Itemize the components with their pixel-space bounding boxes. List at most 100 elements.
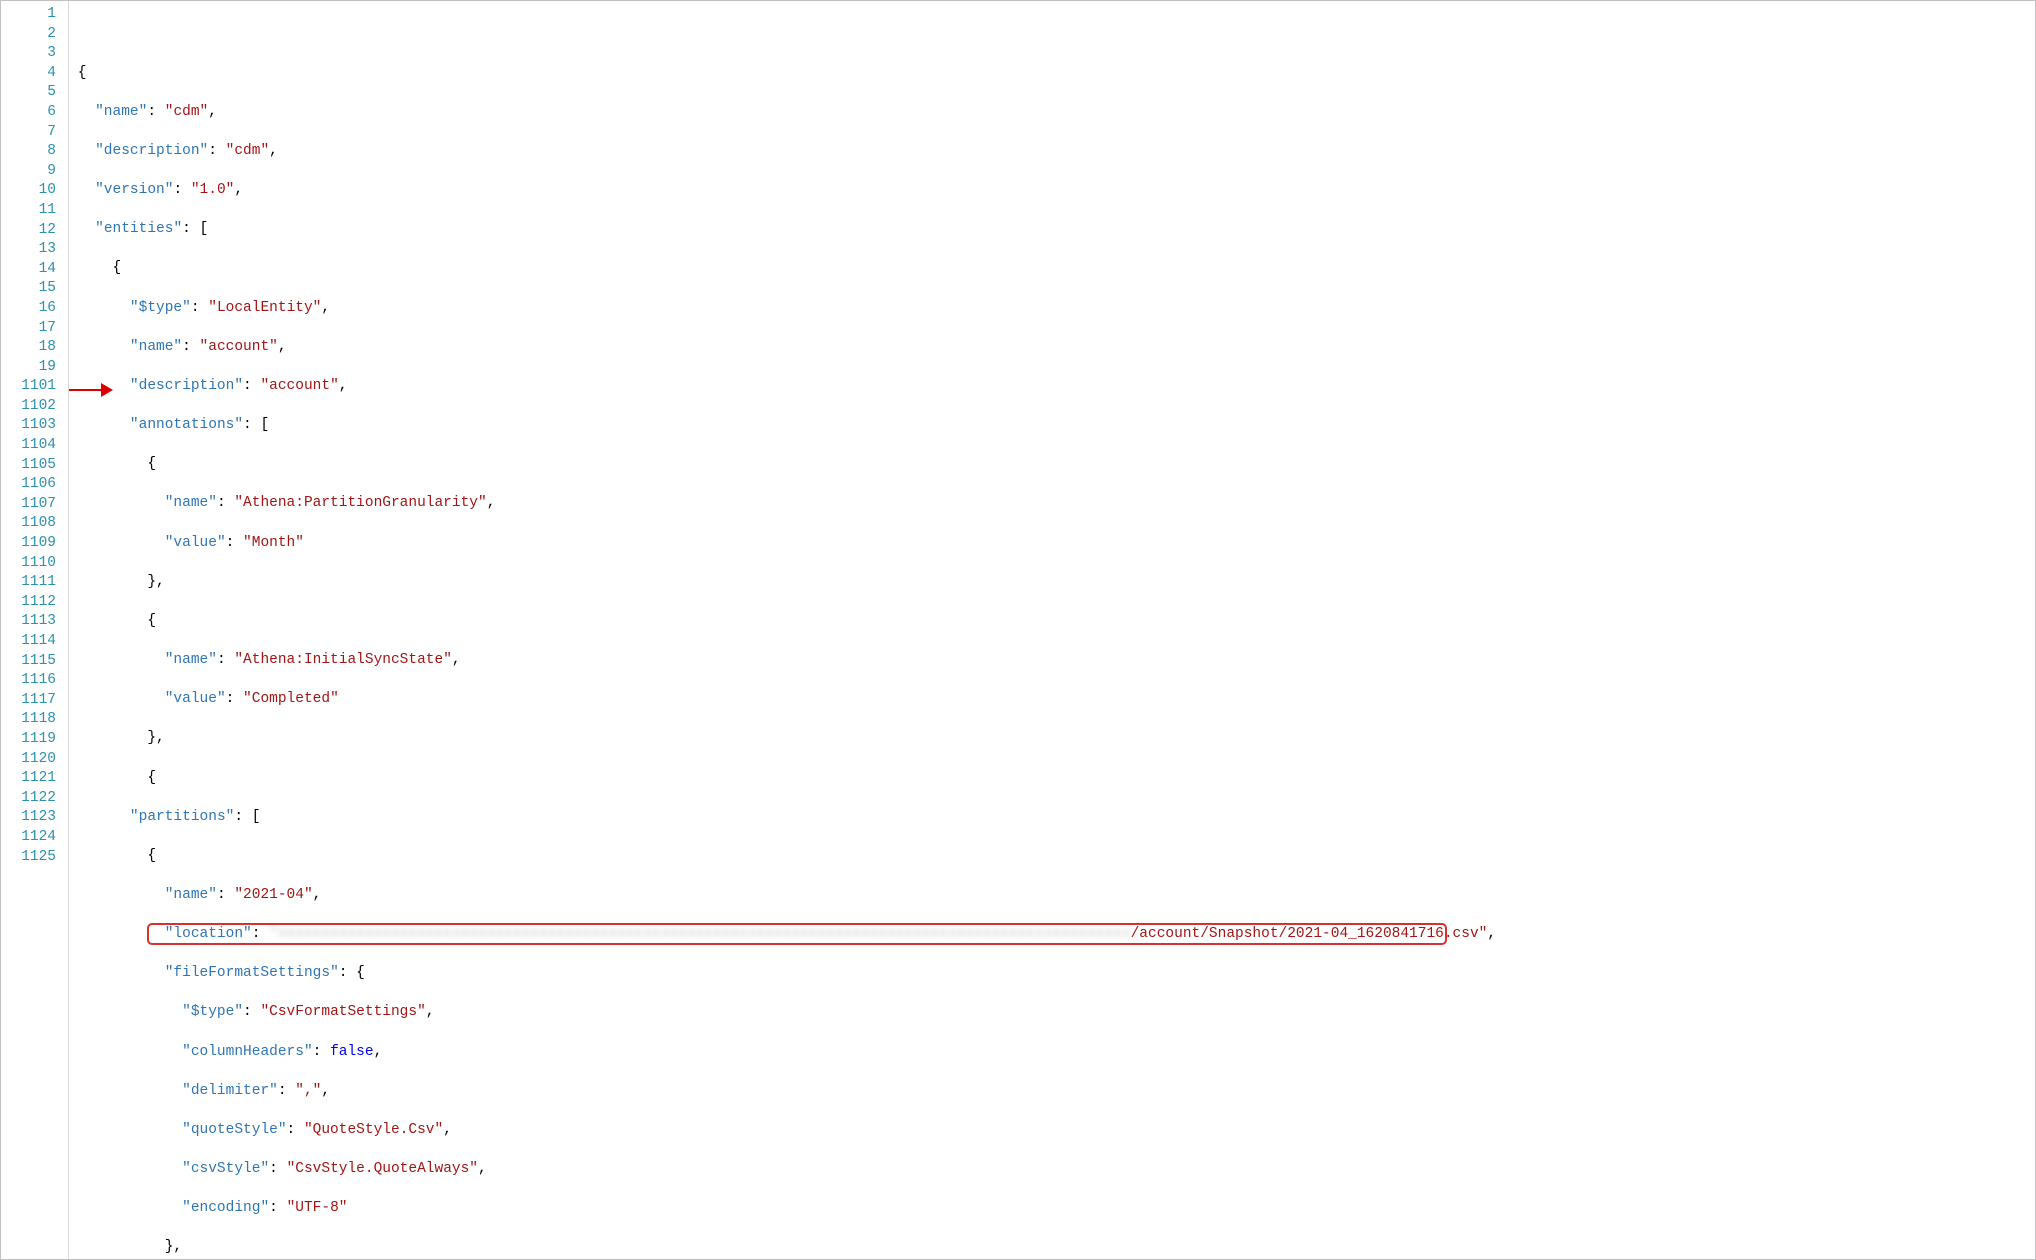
line-number: 1105 — [9, 456, 56, 476]
line-number: 1115 — [9, 652, 56, 672]
code-line: "name": "Athena:PartitionGranularity", — [69, 494, 2027, 514]
code-area[interactable]: { "name": "cdm", "description": "cdm", "… — [69, 1, 2035, 1259]
code-line: { — [69, 769, 2027, 789]
ffs-colhdr-value: false — [330, 1044, 374, 1060]
line-number: 18 — [9, 338, 56, 358]
line-number: 1110 — [9, 554, 56, 574]
line-number: 1103 — [9, 416, 56, 436]
line-number: 7 — [9, 123, 56, 143]
json-version-value: 1.0 — [200, 182, 226, 198]
ffs-key: fileFormatSettings — [173, 965, 330, 981]
code-line: "name": "cdm", — [69, 103, 2027, 123]
line-number: 1119 — [9, 730, 56, 750]
line-number: 19 — [9, 358, 56, 378]
line-number: 1106 — [9, 475, 56, 495]
code-editor: 1 2 3 4 5 6 7 8 9 10 11 12 13 14 15 16 1… — [0, 0, 2036, 1260]
code-line: "delimiter": ",", — [69, 1082, 2027, 1102]
line-number: 1114 — [9, 632, 56, 652]
line-number: 6 — [9, 103, 56, 123]
entity-type-value: LocalEntity — [217, 300, 313, 316]
line-number: 1113 — [9, 612, 56, 632]
line-number: 1122 — [9, 789, 56, 809]
ann1-name-key: name — [173, 495, 208, 511]
annotation-highlight-box — [147, 923, 1447, 945]
ffs-quote-value: QuoteStyle.Csv — [313, 1122, 435, 1138]
code-line: "value": "Month" — [69, 534, 2027, 554]
code-line: }, — [69, 1238, 2027, 1258]
line-number: 1109 — [9, 534, 56, 554]
code-line-location: "location": "xxxxxxxxxxxxxxxxxxxxxxxxxxx… — [69, 925, 2027, 945]
entity-type-key: $type — [139, 300, 183, 316]
ffs-type-value: CsvFormatSettings — [269, 1004, 417, 1020]
code-line: "fileFormatSettings": { — [69, 964, 2027, 984]
line-number: 1124 — [9, 828, 56, 848]
partitions-key: partitions — [139, 809, 226, 825]
ffs-colhdr-key: columnHeaders — [191, 1044, 304, 1060]
code-line: { — [69, 64, 2027, 84]
line-number: 1123 — [9, 808, 56, 828]
code-line: "version": "1.0", — [69, 181, 2027, 201]
code-line: "description": "account", — [69, 377, 2027, 397]
line-number: 12 — [9, 221, 56, 241]
ann2-name-key: name — [173, 652, 208, 668]
code-line: { — [69, 455, 2027, 475]
line-number: 1125 — [9, 848, 56, 868]
line-number-gutter: 1 2 3 4 5 6 7 8 9 10 11 12 13 14 15 16 1… — [1, 1, 69, 1259]
json-name-value: cdm — [173, 104, 199, 120]
code-line: "$type": "LocalEntity", — [69, 299, 2027, 319]
code-line: { — [69, 259, 2027, 279]
line-number: 11 — [9, 201, 56, 221]
code-line: "$type": "CsvFormatSettings", — [69, 1003, 2027, 1023]
ann1-name-value: Athena:PartitionGranularity — [243, 495, 478, 511]
line-number: 2 — [9, 25, 56, 45]
entity-name-value: account — [208, 339, 269, 355]
code-line: "name": "account", — [69, 338, 2027, 358]
ann2-value-key: value — [173, 691, 217, 707]
entity-description-value: account — [269, 378, 330, 394]
json-description-value: cdm — [234, 143, 260, 159]
code-line: "entities": [ — [69, 220, 2027, 240]
ann1-value-key: value — [173, 535, 217, 551]
line-number: 1116 — [9, 671, 56, 691]
partition-name-value: 2021-04 — [243, 887, 304, 903]
code-line: "columnHeaders": false, — [69, 1043, 2027, 1063]
line-number: 17 — [9, 319, 56, 339]
line-number: 1112 — [9, 593, 56, 613]
code-line: }, — [69, 573, 2027, 593]
line-number: 1104 — [9, 436, 56, 456]
code-line: { — [69, 847, 2027, 867]
line-number: 15 — [9, 279, 56, 299]
code-line: { — [69, 612, 2027, 632]
ann2-value-value: Completed — [252, 691, 330, 707]
code-line: "description": "cdm", — [69, 142, 2027, 162]
line-number: 1 — [9, 5, 56, 25]
line-number: 1107 — [9, 495, 56, 515]
code-line: "name": "2021-04", — [69, 886, 2027, 906]
ffs-type-key: $type — [191, 1004, 235, 1020]
line-number: 1117 — [9, 691, 56, 711]
line-number: 1118 — [9, 710, 56, 730]
code-line: "value": "Completed" — [69, 690, 2027, 710]
line-number: 10 — [9, 181, 56, 201]
ann2-name-value: Athena:InitialSyncState — [243, 652, 443, 668]
ffs-csvstyle-value: CsvStyle.QuoteAlways — [295, 1161, 469, 1177]
line-number: 13 — [9, 240, 56, 260]
ffs-delim-value: , — [304, 1083, 313, 1099]
line-number: 4 — [9, 64, 56, 84]
ann1-value-value: Month — [252, 535, 296, 551]
line-number: 1101 — [9, 377, 56, 397]
code-line: "quoteStyle": "QuoteStyle.Csv", — [69, 1121, 2027, 1141]
code-line: "name": "Athena:InitialSyncState", — [69, 651, 2027, 671]
line-number: 1102 — [9, 397, 56, 417]
code-line: }, — [69, 729, 2027, 749]
ffs-enc-key: encoding — [191, 1200, 261, 1216]
line-number: 1120 — [9, 750, 56, 770]
line-number: 8 — [9, 142, 56, 162]
ffs-csvstyle-key: csvStyle — [191, 1161, 261, 1177]
line-number: 1108 — [9, 514, 56, 534]
line-number: 1111 — [9, 573, 56, 593]
code-line: "encoding": "UTF-8" — [69, 1199, 2027, 1219]
line-number: 3 — [9, 44, 56, 64]
annotations-key: annotations — [139, 417, 235, 433]
code-line: "csvStyle": "CsvStyle.QuoteAlways", — [69, 1160, 2027, 1180]
